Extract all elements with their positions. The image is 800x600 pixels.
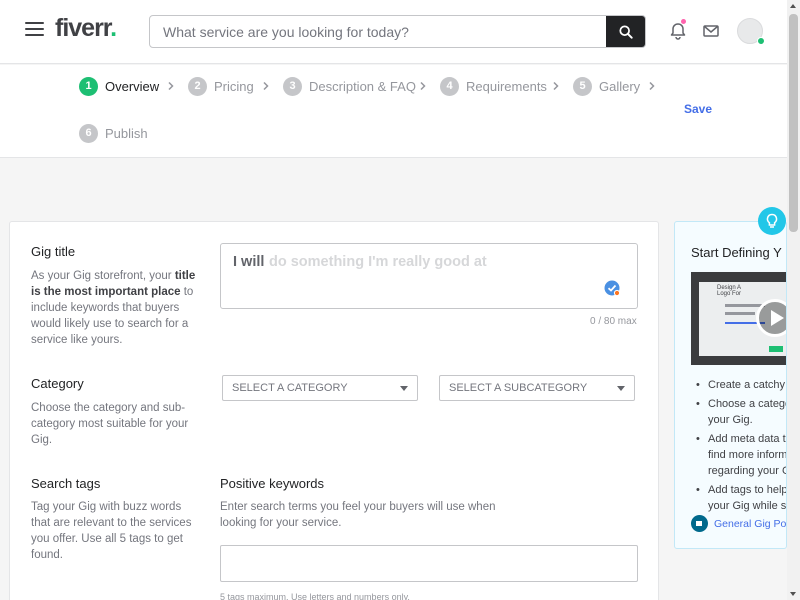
step-number: 1 <box>79 76 98 96</box>
dropdown-arrow-icon <box>617 386 625 391</box>
positive-keywords-input[interactable] <box>220 545 638 582</box>
step-number: 5 <box>573 76 592 96</box>
tips-title: Start Defining Y <box>691 245 782 260</box>
video-screen-title: Design A Logo For <box>717 285 742 297</box>
messages-button[interactable] <box>702 22 720 40</box>
step-gallery[interactable]: 5 Gallery <box>573 76 640 96</box>
subcategory-select[interactable]: SELECT A SUBCATEGORY <box>439 375 635 401</box>
play-icon[interactable] <box>756 299 786 337</box>
scroll-thumb[interactable] <box>789 14 798 232</box>
step-publish[interactable]: 6 Publish <box>79 123 148 143</box>
title-placeholder: do something I'm really good at <box>269 254 487 270</box>
tags-hint: 5 tags maximum. Use letters and numbers … <box>220 592 410 600</box>
lightbulb-icon[interactable] <box>758 207 786 235</box>
step-label: Publish <box>105 125 148 141</box>
notification-dot <box>681 19 686 24</box>
step-number: 6 <box>79 123 98 143</box>
step-label: Gallery <box>599 78 641 94</box>
step-label: Pricing <box>214 78 254 94</box>
page-scrollbar[interactable] <box>787 0 800 600</box>
gig-title-input[interactable]: I will do something I'm really good at <box>220 243 638 309</box>
save-button[interactable]: Save <box>684 102 712 116</box>
title-char-counter: 0 / 80 max <box>590 316 637 327</box>
step-number: 3 <box>283 76 302 96</box>
category-select[interactable]: SELECT A CATEGORY <box>222 375 418 401</box>
chevron-right-icon <box>553 81 559 91</box>
step-description-faq[interactable]: 3 Description & FAQ <box>283 76 416 96</box>
title-prefix: I will <box>233 254 265 270</box>
step-requirements[interactable]: 4 Requirements <box>440 76 547 96</box>
dropdown-arrow-icon <box>400 386 408 391</box>
step-label: Description & FAQ <box>309 78 416 94</box>
search-bar <box>149 15 646 48</box>
gig-policy-link[interactable]: General Gig Poli <box>691 515 787 532</box>
tip-item: Add tags to helpyour Gig while se <box>696 482 786 514</box>
gig-title-label: Gig title <box>31 244 76 259</box>
tip-item: Add meta data tfind more informregarding… <box>696 431 786 479</box>
gig-steps-nav: 1 Overview 2 Pricing 3 Description & FAQ… <box>0 65 787 158</box>
bell-icon <box>670 23 686 40</box>
search-tags-description: Tag your Gig with buzz words that are re… <box>31 501 192 561</box>
step-number: 4 <box>440 76 459 96</box>
step-label: Overview <box>105 78 160 94</box>
step-label: Requirements <box>466 78 547 94</box>
search-input[interactable] <box>150 16 608 47</box>
gig-title-description: As your Gig storefront, your title is th… <box>31 270 196 346</box>
step-number: 2 <box>188 76 207 96</box>
subcategory-select-value: SELECT A SUBCATEGORY <box>449 382 588 394</box>
tip-item: Choose a categoyour Gig. <box>696 396 786 428</box>
search-icon <box>618 24 633 39</box>
top-header: fiverr. <box>0 0 787 64</box>
step-overview[interactable]: 1 Overview <box>79 76 159 96</box>
mail-icon <box>703 25 719 37</box>
tips-list: Create a catchy Choose a categoyour Gig.… <box>696 377 786 517</box>
menu-icon[interactable] <box>25 21 44 37</box>
video-camera-icon <box>691 515 708 532</box>
positive-keywords-label: Positive keywords <box>220 476 325 491</box>
scroll-down-arrow-icon[interactable] <box>790 592 796 596</box>
chevron-right-icon <box>263 81 269 91</box>
tips-panel: Start Defining Y Design ALogo For Create… <box>674 221 787 549</box>
logo-dot: . <box>110 14 117 42</box>
fiverr-logo[interactable]: fiverr. <box>55 14 117 43</box>
avatar[interactable] <box>737 18 765 45</box>
category-description: Choose the category and sub-category mos… <box>31 402 189 446</box>
category-label: Category <box>31 376 84 391</box>
chevron-right-icon <box>168 81 174 91</box>
lightbulb-glyph <box>766 213 778 228</box>
positive-keywords-description: Enter search terms you feel your buyers … <box>220 501 496 529</box>
logo-text: fiverr <box>55 14 111 42</box>
scroll-up-arrow-icon[interactable] <box>790 4 796 8</box>
notifications-button[interactable] <box>669 19 687 40</box>
search-tags-label: Search tags <box>31 476 101 491</box>
online-status-dot <box>757 37 765 45</box>
tips-video-thumbnail[interactable]: Design A Logo For <box>691 272 786 365</box>
spellcheck-icon[interactable] <box>604 280 620 296</box>
step-pricing[interactable]: 2 Pricing <box>188 76 254 96</box>
chevron-right-icon <box>649 81 655 91</box>
tip-item: Create a catchy <box>696 377 786 393</box>
category-select-value: SELECT A CATEGORY <box>232 382 348 394</box>
overview-form-card: Gig title As your Gig storefront, your t… <box>9 221 659 600</box>
search-button[interactable] <box>606 16 645 47</box>
policy-link-text: General Gig Poli <box>714 517 787 530</box>
chevron-right-icon <box>420 81 426 91</box>
